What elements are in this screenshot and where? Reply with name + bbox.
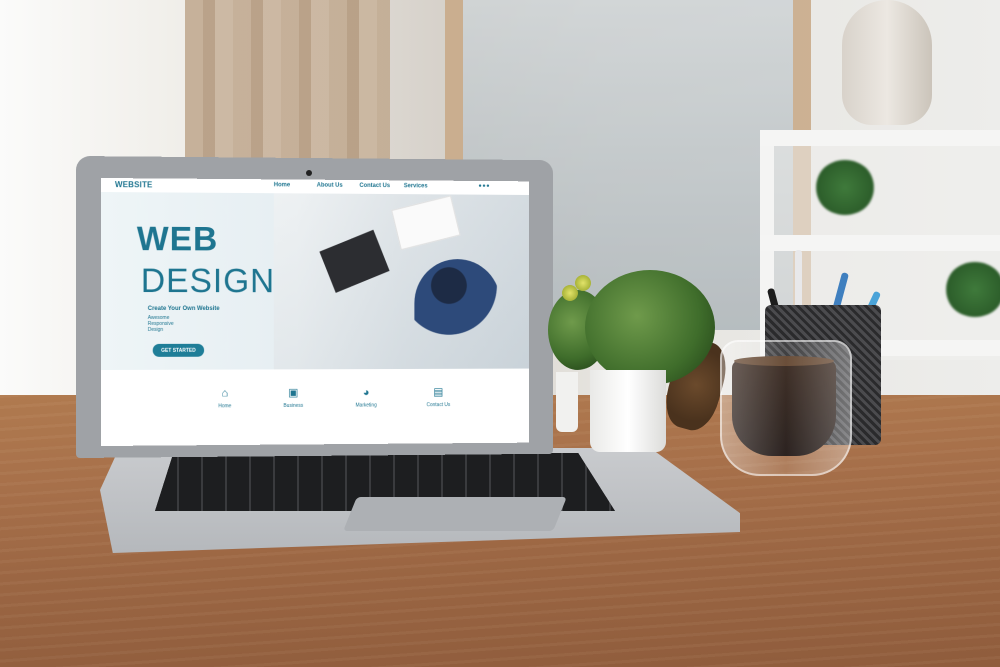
- service-home[interactable]: ⌂ Home: [195, 387, 254, 409]
- hero-photo-person: [414, 259, 500, 347]
- shelf-board: [760, 130, 1000, 146]
- hero-subtitle: Create Your Own Website: [148, 306, 220, 312]
- service-label: Contact Us: [410, 402, 468, 408]
- service-label: Marketing: [337, 402, 395, 408]
- hero-tag: Design: [148, 327, 174, 333]
- nav-link-contact[interactable]: Contact Us: [359, 183, 390, 189]
- nav-link-services[interactable]: Services: [404, 183, 428, 189]
- website-logo[interactable]: WEBSITE: [115, 180, 153, 189]
- white-plant-pot: [590, 370, 666, 452]
- hero-title-line1: WEB: [137, 220, 218, 259]
- home-icon: ⌂: [218, 387, 232, 399]
- glass-coffee-cup: [720, 340, 852, 476]
- curtain: [185, 0, 390, 170]
- service-label: Business: [264, 403, 323, 409]
- shelf-board: [760, 235, 1000, 251]
- vase: [842, 0, 932, 125]
- service-business[interactable]: ▣ Business: [264, 387, 323, 409]
- nav-link-about[interactable]: About Us: [317, 183, 343, 189]
- service-marketing[interactable]: ◕ Marketing: [337, 387, 395, 409]
- nav-link-home[interactable]: Home: [274, 182, 290, 188]
- briefcase-icon: ▣: [287, 387, 301, 399]
- get-started-button[interactable]: GET STARTED: [153, 344, 204, 357]
- hero-title-line2: DESIGN: [141, 262, 275, 301]
- laptop-trackpad: [343, 497, 567, 531]
- service-contact[interactable]: ▤ Contact Us: [410, 386, 468, 408]
- pie-chart-icon: ◕: [359, 387, 373, 399]
- more-dots-icon[interactable]: •••: [479, 181, 491, 191]
- laptop-screen: WEBSITE Home About Us Contact Us Service…: [101, 178, 529, 446]
- service-label: Home: [195, 403, 254, 409]
- chat-icon: ▤: [432, 386, 445, 398]
- shelf-plant: [945, 262, 1000, 317]
- photo-scene: WEBSITE Home About Us Contact Us Service…: [0, 0, 1000, 667]
- hero-tags: Awesome Responsive Design: [148, 315, 174, 333]
- small-pot: [556, 372, 578, 432]
- shelf-plant: [815, 160, 875, 215]
- potted-plant: [585, 270, 715, 385]
- plant-bud: [575, 275, 591, 291]
- camera-icon: [306, 170, 312, 176]
